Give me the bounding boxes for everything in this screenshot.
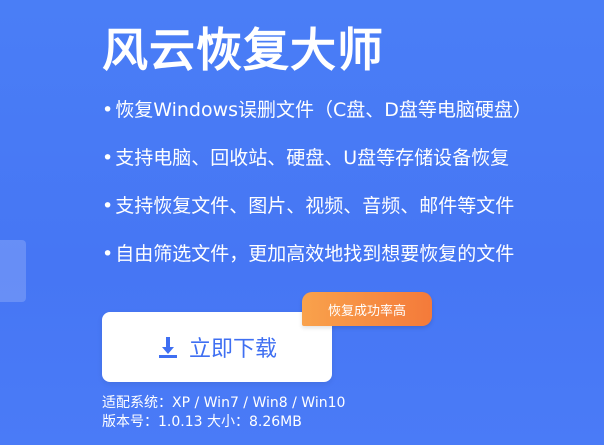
size-value: 8.26MB (248, 414, 302, 430)
bullet: • (102, 243, 114, 265)
feature-text: 支持恢复文件、图片、视频、音频、邮件等文件 (115, 195, 515, 217)
feature-item: • 恢复Windows误删文件（C盘、D盘等电脑硬盘） (102, 96, 532, 144)
bullet: • (102, 99, 114, 121)
feature-list: • 恢复Windows误删文件（C盘、D盘等电脑硬盘） • 支持电脑、回收站、硬盘、… (102, 96, 532, 288)
bullet: • (102, 195, 114, 217)
version-label: 版本号： (102, 414, 158, 430)
download-icon (157, 335, 179, 359)
version-row: 版本号：1.0.13 大小：8.26MB (102, 413, 345, 432)
download-button[interactable]: 立即下载 (102, 312, 332, 382)
feature-text: 恢复Windows误删文件（C盘、D盘等电脑硬盘） (115, 99, 532, 121)
feature-item: • 支持恢复文件、图片、视频、音频、邮件等文件 (102, 192, 532, 240)
feature-text: 支持电脑、回收站、硬盘、U盘等存储设备恢复 (115, 147, 510, 169)
bullet: • (102, 147, 114, 169)
feature-text: 自由筛选文件，更加高效地找到想要恢复的文件 (115, 243, 515, 265)
feature-item: • 自由筛选文件，更加高效地找到想要恢复的文件 (102, 240, 532, 288)
systems-value: XP / Win7 / Win8 / Win10 (172, 395, 346, 411)
size-label: 大小： (206, 414, 249, 430)
success-rate-badge: 恢复成功率高 (302, 292, 432, 326)
systems-row: 适配系统：XP / Win7 / Win8 / Win10 (102, 394, 345, 413)
side-tab-handle[interactable] (0, 240, 26, 302)
page-title: 风云恢复大师 (102, 23, 384, 77)
systems-label: 适配系统： (102, 395, 172, 411)
product-info: 适配系统：XP / Win7 / Win8 / Win10 版本号：1.0.13… (102, 394, 345, 432)
feature-item: • 支持电脑、回收站、硬盘、U盘等存储设备恢复 (102, 144, 532, 192)
version-value: 1.0.13 (158, 414, 203, 430)
download-button-label: 立即下载 (188, 337, 277, 362)
